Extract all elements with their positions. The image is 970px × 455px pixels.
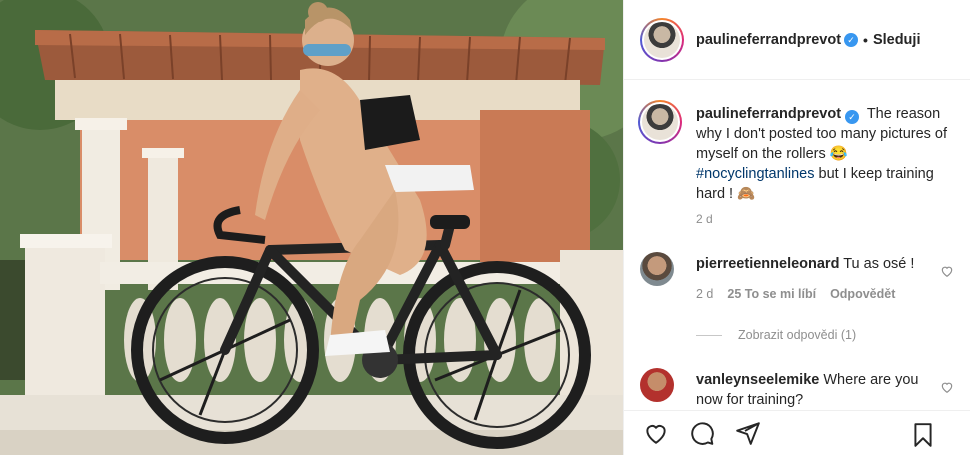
reply-button[interactable]: Odpovědět	[830, 284, 895, 304]
bookmark-icon[interactable]	[909, 421, 937, 449]
post-image-illustration	[0, 0, 623, 455]
caption-time: 2 d	[696, 212, 713, 226]
comment-like-heart-icon[interactable]	[940, 380, 954, 394]
verified-badge-icon: ✓	[845, 110, 860, 124]
comment-username[interactable]: vanleynseelemike	[696, 372, 819, 388]
post-sidebar: paulineferrandprevot ✓ • Sleduji pauline…	[623, 0, 970, 455]
post-photo[interactable]	[0, 0, 623, 455]
comment-icon[interactable]	[688, 419, 716, 447]
caption-avatar[interactable]	[638, 100, 682, 144]
post-actions-bar	[624, 410, 970, 455]
separator-dot: •	[863, 31, 868, 48]
author-username[interactable]: paulineferrandprevot	[696, 32, 841, 48]
comment-like-heart-icon[interactable]	[940, 264, 954, 278]
comment-item: vanleynseelemike Where are you now for t…	[640, 368, 960, 408]
following-button[interactable]: Sleduji	[873, 32, 921, 48]
post-caption: paulineferrandprevot ✓ The reason why I d…	[638, 100, 958, 204]
verified-badge-icon: ✓	[844, 32, 859, 47]
replies-divider	[696, 334, 722, 336]
caption-text: paulineferrandprevot ✓ The reason why I d…	[696, 104, 958, 204]
caption-hashtag[interactable]: #nocyclingtanlines	[696, 166, 815, 182]
comment-username[interactable]: pierreetienneleonard	[696, 256, 839, 272]
view-replies-button[interactable]: Zobrazit odpovědi (1)	[696, 328, 856, 342]
commenter-avatar[interactable]	[640, 368, 674, 402]
post-header: paulineferrandprevot ✓ • Sleduji	[624, 0, 970, 80]
heart-icon[interactable]	[642, 419, 670, 447]
comment-text: Tu as osé !	[843, 256, 915, 272]
comment-item: pierreetienneleonard Tu as osé ! 2 d 25 …	[640, 252, 960, 304]
comment-time: 2 d	[696, 287, 714, 301]
comment-meta: 2 d 25 To se mi líbí Odpovědět	[696, 284, 936, 304]
caption-username[interactable]: paulineferrandprevot	[696, 106, 841, 122]
share-icon[interactable]	[734, 419, 762, 447]
view-replies-label: Zobrazit odpovědi (1)	[738, 328, 857, 342]
comment-likes[interactable]: 25 To se mi líbí	[727, 284, 816, 304]
author-avatar[interactable]	[640, 17, 684, 62]
author-avatar-image	[644, 21, 680, 58]
commenter-avatar[interactable]	[640, 252, 674, 286]
